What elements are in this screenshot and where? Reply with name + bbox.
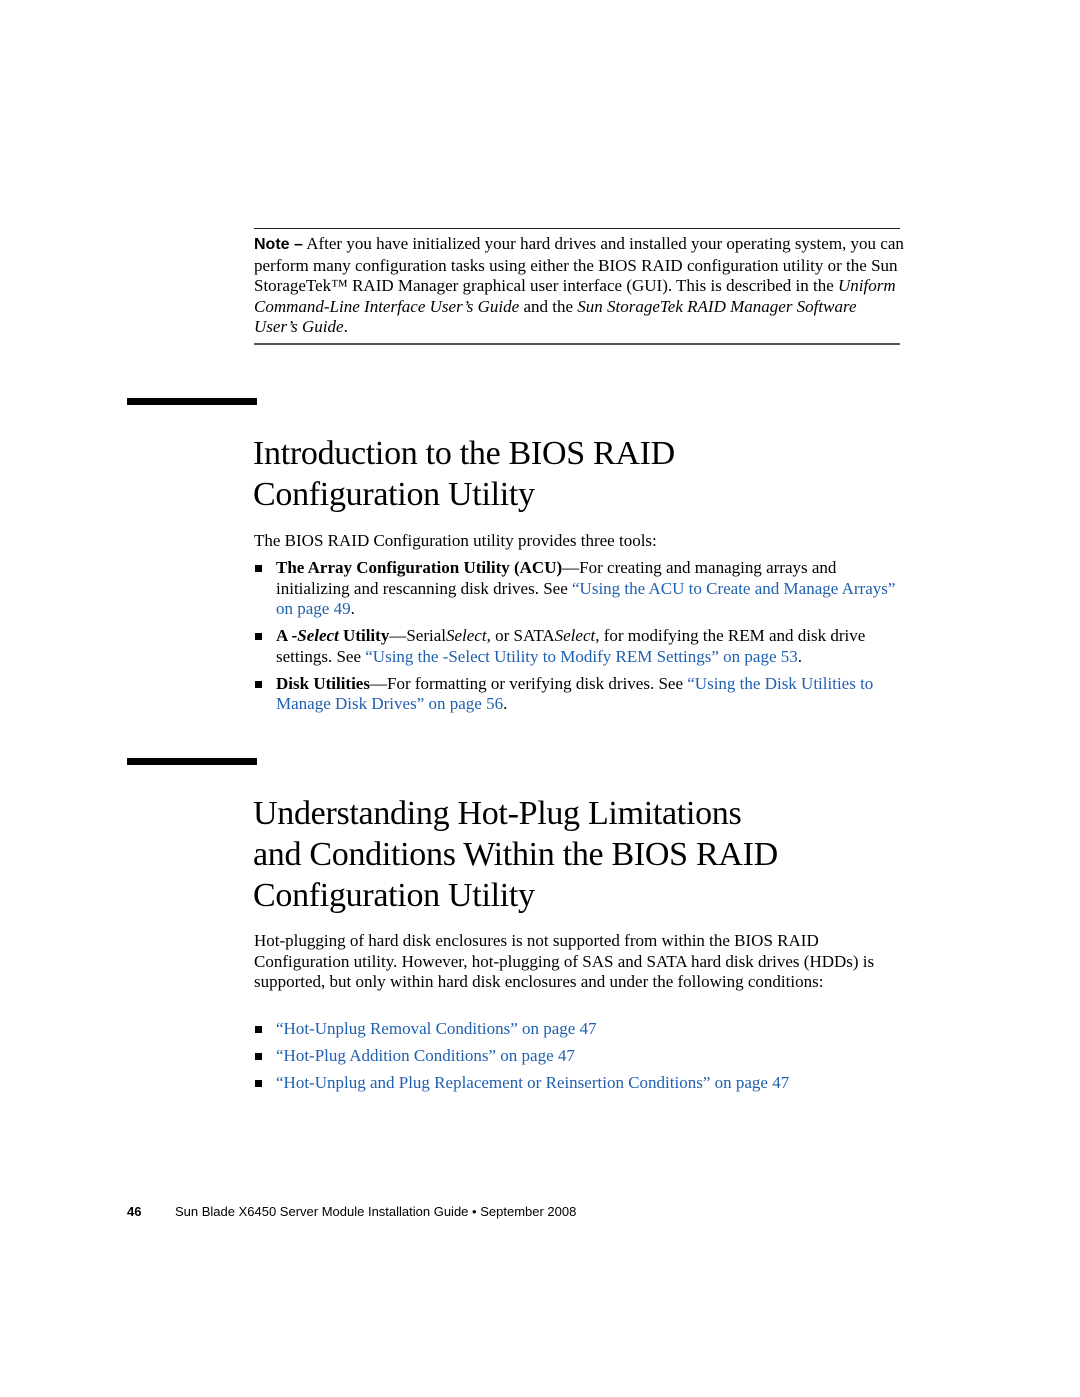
tool-description-italic: Select: [554, 626, 596, 645]
tool-name-acu: The Array Configuration Utility (ACU): [276, 558, 563, 577]
section-bar-intro: [127, 398, 257, 405]
heading-line: Configuration Utility: [253, 476, 535, 513]
heading-line: Introduction to the BIOS RAID: [253, 435, 675, 472]
link-select-utility[interactable]: “Using the -Select Utility to Modify REM…: [365, 647, 798, 666]
footer-date: September 2008: [480, 1204, 577, 1219]
page-footer: 46 Sun Blade X6450 Server Module Installa…: [127, 1204, 576, 1220]
bullet-square-icon: [255, 1026, 262, 1033]
tool-description: , or SATA: [486, 626, 555, 645]
note-text-3: .: [343, 317, 348, 336]
footer-title: Sun Blade X6450 Server Module Installati…: [175, 1204, 469, 1219]
note-text-2: and the: [519, 296, 578, 316]
list-item: “Hot-Plug Addition Conditions” on page 4…: [254, 1046, 904, 1067]
note-top-rule: [254, 228, 900, 229]
note-label: Note –: [254, 236, 303, 253]
conditions-list: “Hot-Unplug Removal Conditions” on page …: [254, 1019, 904, 1100]
link-hot-unplug-replacement[interactable]: “Hot-Unplug and Plug Replacement or Rein…: [276, 1073, 789, 1092]
punctuation: .: [350, 599, 355, 618]
note-bottom-rule: [254, 343, 900, 345]
footer-separator: •: [472, 1204, 477, 1219]
tool-description: —Serial: [389, 626, 446, 645]
page-number: 46: [127, 1204, 142, 1219]
tool-description: —For formatting or verifying disk drives…: [369, 673, 688, 693]
link-hot-unplug-removal[interactable]: “Hot-Unplug Removal Conditions” on page …: [276, 1019, 597, 1038]
tools-list: The Array Configuration Utility (ACU) —Fo…: [254, 558, 904, 721]
list-item: The Array Configuration Utility (ACU)—Fo…: [254, 558, 904, 620]
tool-name-select: A -Select Utility: [276, 626, 389, 645]
tool-name-part: -Select: [291, 626, 339, 645]
tool-description-italic: Select: [445, 626, 487, 645]
heading-line: Understanding Hot-Plug Limitations: [253, 795, 742, 832]
bullet-square-icon: [255, 565, 262, 572]
list-item: “Hot-Unplug Removal Conditions” on page …: [254, 1019, 904, 1040]
heading-line: Configuration Utility: [253, 877, 535, 914]
list-item: Disk Utilities—For formatting or verifyi…: [254, 674, 904, 715]
note-text-1: After you have initialized your hard dri…: [254, 234, 904, 295]
punctuation: .: [503, 694, 508, 713]
bullet-square-icon: [255, 1080, 262, 1087]
intro-paragraph: The BIOS RAID Configuration utility prov…: [254, 531, 657, 550]
list-item: A -Select Utility—SerialSelect, or SATAS…: [254, 626, 904, 667]
punctuation: .: [797, 646, 803, 666]
bullet-square-icon: [255, 1053, 262, 1060]
section-heading-hotplug: Understanding Hot-Plug Limitations and C…: [253, 793, 778, 916]
section-heading-intro: Introduction to the BIOS RAID Configurat…: [253, 433, 675, 515]
hotplug-paragraph: Hot-plugging of hard disk enclosures is …: [254, 931, 875, 991]
note-block: Note – After you have initialized your h…: [254, 234, 904, 338]
tool-name-part: A: [276, 626, 292, 645]
list-item: “Hot-Unplug and Plug Replacement or Rein…: [254, 1073, 904, 1094]
tool-name-part: Utility: [338, 626, 390, 645]
bullet-square-icon: [255, 633, 262, 640]
bullet-square-icon: [255, 680, 262, 688]
tool-name-disk-utilities: Disk Utilities: [276, 673, 370, 693]
heading-line: and Conditions Within the BIOS RAID: [253, 836, 778, 873]
section-bar-hotplug: [127, 758, 257, 765]
link-hot-plug-addition[interactable]: “Hot-Plug Addition Conditions” on page 4…: [276, 1046, 575, 1065]
